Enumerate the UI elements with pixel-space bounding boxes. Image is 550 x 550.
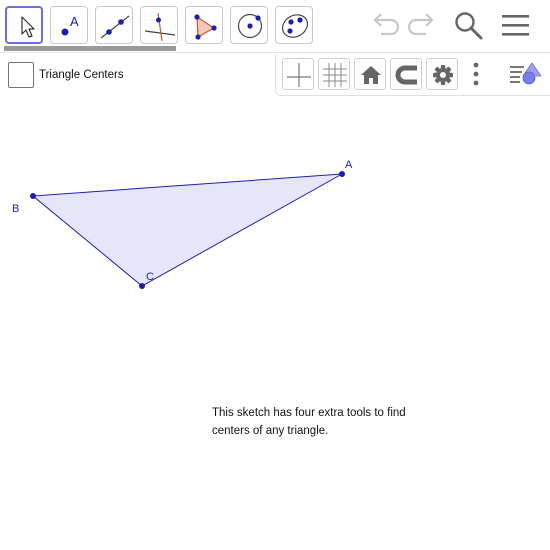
triangle-abc[interactable] [31, 173, 343, 287]
point-a-label: A [345, 159, 353, 171]
point-c-label: C [146, 271, 154, 283]
note-line-2: centers of any triangle. [212, 425, 329, 437]
note-line-1: This sketch has four extra tools to find [212, 407, 406, 419]
point-b-label: B [12, 203, 19, 215]
point-c[interactable] [139, 283, 145, 289]
graphics-canvas[interactable]: A B C [0, 0, 550, 550]
sketch-description-text: This sketch has four extra tools to find… [212, 404, 432, 440]
point-b[interactable] [30, 193, 36, 199]
point-a[interactable] [339, 171, 345, 177]
